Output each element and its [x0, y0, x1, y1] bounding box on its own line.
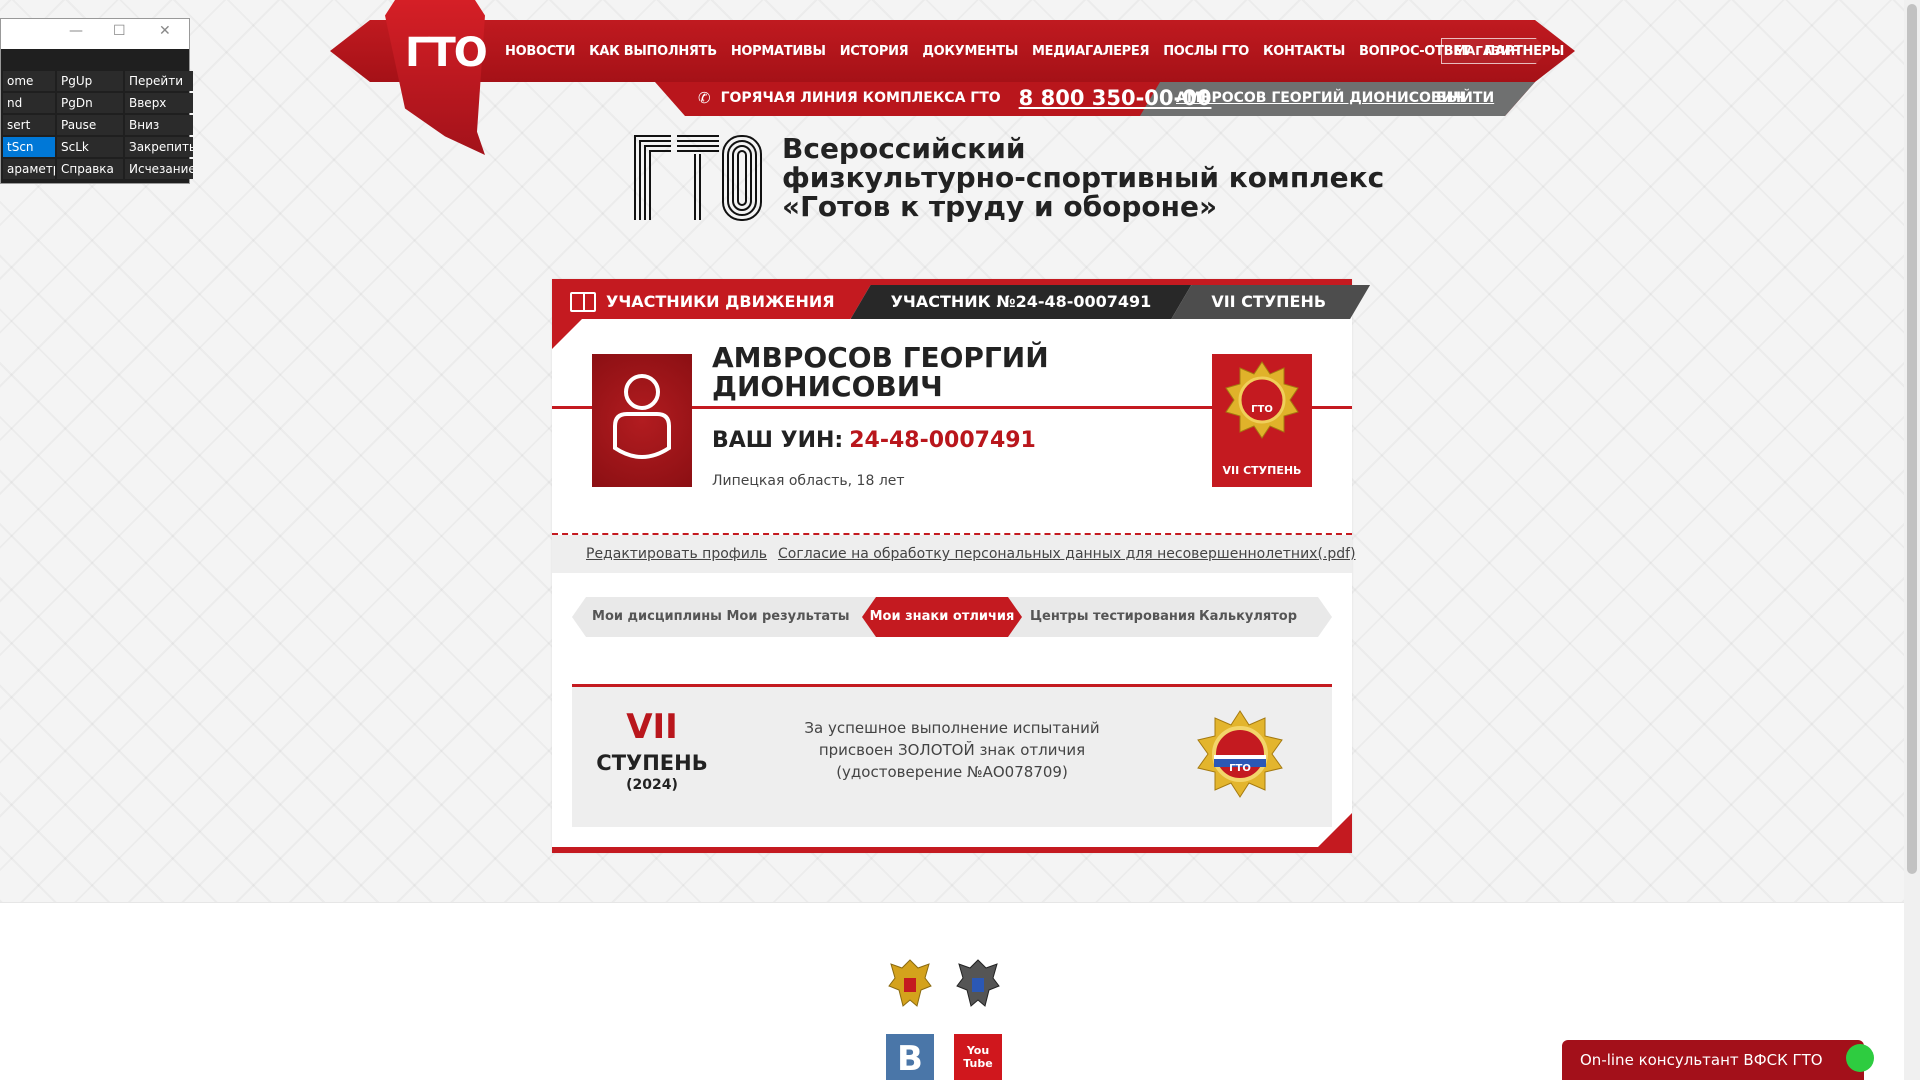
tab-my-disciplines[interactable]: Мои дисциплины: [592, 597, 722, 637]
tab-participants[interactable]: УЧАСТНИКИ ДВИЖЕНИЯ: [552, 285, 871, 319]
hotline-label: ГОРЯЧАЯ ЛИНИЯ КОМПЛЕКСА ГТО: [720, 90, 1001, 106]
key-pgdn[interactable]: PgDn: [57, 93, 123, 113]
edit-profile-link[interactable]: Редактировать профиль: [586, 546, 767, 562]
key-fade[interactable]: Исчезание: [125, 159, 193, 179]
nav-media[interactable]: МЕДИАГАЛЕРЕЯ: [1025, 44, 1156, 59]
logout-link[interactable]: ВЫЙТИ: [1436, 90, 1494, 106]
osk-strip: [1, 49, 189, 71]
tagline-line1: Всероссийский: [782, 132, 1026, 165]
consent-pdf-link[interactable]: Согласие на обработку персональных данны…: [778, 546, 1356, 562]
key-help[interactable]: Справка: [57, 159, 123, 179]
award-stage-roman: VII: [626, 707, 678, 747]
on-screen-keyboard[interactable]: — ☐ ✕ ome PgUp Перейти nd PgDn Вверх ser…: [0, 18, 193, 184]
tab-my-badges[interactable]: Мои знаки отличия: [862, 597, 1022, 637]
card-bottom-bar: [552, 847, 1352, 853]
gold-medal-icon: ГТО: [1197, 710, 1283, 798]
key-goto[interactable]: Перейти: [125, 71, 193, 91]
gold-badge-icon: ГТО: [1225, 361, 1299, 439]
page-scrollbar[interactable]: [1904, 0, 1920, 1080]
key-down[interactable]: Вниз: [125, 115, 193, 135]
tab-stage: VII СТУПЕНЬ: [1171, 285, 1370, 319]
ministry-sport-emblem-icon: [956, 959, 1000, 1007]
award-stage: VII СТУПЕНЬ (2024): [592, 707, 712, 793]
phone-icon: ✆: [698, 89, 711, 107]
key-options[interactable]: араметры: [3, 159, 55, 179]
profile-card: УЧАСТНИКИ ДВИЖЕНИЯ УЧАСТНИК №24-48-00074…: [552, 279, 1352, 853]
key-pgup[interactable]: PgUp: [57, 71, 123, 91]
uin: ВАШ УИН: 24-48-0007491: [712, 428, 1036, 453]
region-age: Липецкая область, 18 лет: [712, 473, 905, 489]
section-nav: Мои дисциплины Мои результаты Мои знаки …: [572, 597, 1332, 637]
award-stage-word: СТУПЕНЬ: [596, 751, 708, 775]
shop-button[interactable]: МАГАЗИН: [1441, 38, 1548, 64]
tagline-line3: «Готов к труду и обороне»: [782, 190, 1218, 223]
gto-big-logo[interactable]: [633, 134, 763, 222]
osk-keys: ome PgUp Перейти nd PgDn Вверх sert Paus…: [1, 71, 193, 179]
tab-my-results[interactable]: Мои результаты: [722, 597, 854, 637]
award-text-line3: (удостоверение №АО078709): [836, 763, 1068, 781]
award-text-line2: присвоен ЗОЛОТОЙ знак отличия: [818, 741, 1086, 759]
profile-tabs: УЧАСТНИКИ ДВИЖЕНИЯ УЧАСТНИК №24-48-00074…: [552, 285, 1370, 319]
nav-ambassadors[interactable]: ПОСЛЫ ГТО: [1156, 44, 1256, 59]
badge-label: VII СТУПЕНЬ: [1222, 464, 1302, 477]
russia-coat-of-arms-icon: [888, 959, 932, 1007]
book-icon: [570, 292, 596, 312]
vk-icon[interactable]: B: [886, 1034, 934, 1080]
key-insert[interactable]: sert: [3, 115, 55, 135]
tagline: Всероссийский физкультурно-спортивный ко…: [782, 134, 1384, 221]
corner-decoration-br: [1318, 813, 1352, 847]
award-description: За успешное выполнение испытаний присвое…: [802, 717, 1102, 783]
tab-participant-number: УЧАСТНИК №24-48-0007491: [851, 285, 1192, 319]
uin-value: 24-48-0007491: [849, 428, 1036, 453]
nav-history[interactable]: ИСТОРИЯ: [833, 44, 916, 59]
tab-calculator[interactable]: Калькулятор: [1188, 597, 1308, 637]
online-status-icon: [1846, 1044, 1874, 1072]
award-text-line1: За успешное выполнение испытаний: [804, 719, 1100, 737]
hotline: ✆ ГОРЯЧАЯ ЛИНИЯ КОМПЛЕКСА ГТО 8 800 350-…: [698, 86, 1211, 110]
nav-contacts[interactable]: КОНТАКТЫ: [1256, 44, 1352, 59]
gto-striped-logo-icon: [634, 135, 762, 221]
key-home[interactable]: ome: [3, 71, 55, 91]
tagline-line2: физкультурно-спортивный комплекс: [782, 161, 1385, 194]
maximize-icon[interactable]: ☐: [113, 23, 126, 39]
key-prtscn[interactable]: tScn: [3, 137, 55, 157]
key-end[interactable]: nd: [3, 93, 55, 113]
user-name-link[interactable]: АМВРОСОВ ГЕОРГИЙ ДИОНИСОВИЧ: [1176, 90, 1465, 106]
profile-links: Редактировать профиль Согласие на обрабо…: [552, 535, 1356, 573]
key-sclk[interactable]: ScLk: [57, 137, 123, 157]
close-icon[interactable]: ✕: [159, 23, 171, 39]
key-up[interactable]: Вверх: [125, 93, 193, 113]
tab-participants-label: УЧАСТНИКИ ДВИЖЕНИЯ: [606, 292, 835, 311]
key-pause[interactable]: Pause: [57, 115, 123, 135]
nav-documents[interactable]: ДОКУМЕНТЫ: [915, 44, 1025, 59]
user-icon: [613, 374, 671, 459]
stage-badge: ГТО VII СТУПЕНЬ: [1212, 354, 1312, 487]
main-nav: НОВОСТИ КАК ВЫПОЛНЯТЬ НОРМАТИВЫ ИСТОРИЯ …: [498, 38, 1571, 64]
osk-titlebar[interactable]: — ☐ ✕: [1, 19, 189, 49]
consultant-label: On-line консультант ВФСК ГТО: [1580, 1051, 1823, 1069]
award-row: VII СТУПЕНЬ (2024) За успешное выполнени…: [572, 684, 1332, 827]
award-year: (2024): [626, 777, 678, 793]
gto-logo-text[interactable]: ГТО: [405, 30, 488, 76]
uin-label: ВАШ УИН:: [712, 428, 844, 453]
nav-how-to[interactable]: КАК ВЫПОЛНЯТЬ: [582, 44, 724, 59]
nav-norms[interactable]: НОРМАТИВЫ: [724, 44, 833, 59]
tab-test-centers[interactable]: Центры тестирования: [1030, 597, 1188, 637]
online-consultant-button[interactable]: On-line консультант ВФСК ГТО: [1562, 1040, 1874, 1080]
svg-text:ГТО: ГТО: [1229, 763, 1251, 774]
avatar[interactable]: [592, 354, 692, 487]
svg-text:ГТО: ГТО: [1251, 404, 1273, 415]
corner-decoration: [552, 319, 582, 349]
participant-name: АМВРОСОВ ГЕОРГИЙ ДИОНИСОВИЧ: [712, 341, 1049, 403]
youtube-icon[interactable]: You Tube: [954, 1034, 1002, 1080]
scrollbar-thumb[interactable]: [1907, 4, 1917, 874]
nav-news[interactable]: НОВОСТИ: [498, 44, 582, 59]
key-pin[interactable]: Закрепить: [125, 137, 193, 157]
minimize-icon[interactable]: —: [69, 23, 83, 39]
